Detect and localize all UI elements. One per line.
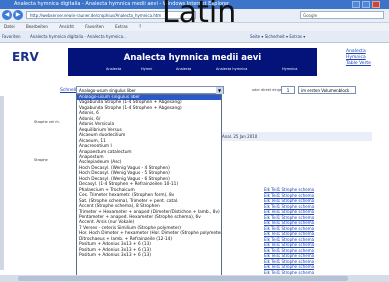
dropdown-option[interactable]: Positum + Adonius 3x13 + 6 (13) [77,253,221,258]
favorites-button[interactable]: Favoriten [2,31,21,42]
back-icon[interactable]: ◀ [2,10,12,20]
menu-view[interactable]: Ansicht [59,24,74,29]
schema-links: Elk Teil1 Strophe schema Elk Teil1 Stroph… [264,187,314,275]
scrollbar-thumb[interactable] [18,276,348,281]
schema-link[interactable]: Elk Teil1 Strophe schema [264,253,314,259]
menu-help[interactable]: ? [139,24,141,29]
overlay-label: Latin [162,0,237,30]
metre-select-value: Analogo-usum singulus liber [79,88,136,93]
close-button[interactable] [372,1,380,8]
schema-link[interactable]: Elk Teil1 Strophe schema [264,264,314,270]
menu-favorites[interactable]: Favoriten [85,24,104,29]
minimize-button[interactable] [352,1,360,8]
number-input[interactable]: 1 [281,86,295,94]
banner-nav-item[interactable]: Hymnica [282,67,297,71]
search-input[interactable]: Google [300,11,384,19]
metre-select[interactable]: Analogo-usum singulus liber ▼ [76,86,224,94]
menu-file[interactable]: Datei [4,24,15,29]
banner-nav-item[interactable]: Hymni [141,67,152,71]
schema-link[interactable]: Elk Teil1 Strophe schema [264,187,314,193]
schema-link[interactable]: Elk Teil1 Strophe schema [264,220,314,226]
right-links: Analecta Hymnica Table Verte [346,49,371,67]
left-scrollbar[interactable] [0,96,4,270]
favorites-bar: Favoriten Analecta hymnica digitalia - A… [0,31,389,43]
side-label: Strophe vel rh. [34,120,60,124]
banner-nav-item[interactable]: Analecta hymnica [216,67,247,71]
maximize-button[interactable] [362,1,370,8]
volume-select[interactable]: im ersten Volumenblock [298,86,356,94]
schema-link[interactable]: Elk Teil1 Strophe schema [264,209,314,215]
favorites-tab[interactable]: Analecta hymnica digitalia - Analecta hy… [30,31,127,42]
site-logo[interactable]: ERV [12,50,39,64]
dropdown-option[interactable]: Hor. Hoch Dimeter + hexameter (Hor. Dime… [77,231,221,236]
chevron-down-icon[interactable]: ▼ [216,87,223,94]
banner-nav-item[interactable]: Analecta [106,67,121,71]
schema-link[interactable]: Elk Teil1 Strophe schema [264,242,314,248]
schema-link[interactable]: Elk Teil1 Strophe schema [264,231,314,237]
right-link[interactable]: Table Verte [346,61,371,67]
command-bar[interactable]: Seite ▾ Sicherheit ▾ Extras ▾ [250,31,305,42]
menu-tools[interactable]: Extras [115,24,128,29]
metre-dropdown-list[interactable]: Analogo-usum singulus liber Vagabunda Str… [76,94,222,282]
schema-link[interactable]: Elk Teil1 Strophe schema [264,198,314,204]
menu-edit[interactable]: Bearbeiten [26,24,48,29]
result-row-text: Anal. 25 Jan 2010 [222,134,258,139]
forward-icon[interactable]: ▶ [13,10,23,20]
banner-nav-item[interactable]: Analecta [176,67,191,71]
site-banner: Analecta hymnica medii aevi Analecta Hym… [68,48,317,76]
banner-title: Analecta hymnica medii aevi [123,53,262,63]
side-label: Strophe [34,158,48,162]
